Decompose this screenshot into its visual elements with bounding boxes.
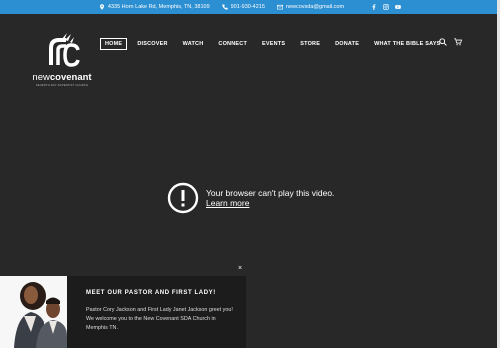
nav-what-the-bible-says[interactable]: WHAT THE BIBLE SAYS — [374, 41, 440, 47]
social-links — [368, 4, 404, 10]
phone-icon — [222, 4, 228, 10]
contact-topbar: 4335 Horn Lake Rd, Memphis, TN, 38109 90… — [0, 0, 497, 14]
nav-store[interactable]: STORE — [300, 41, 320, 47]
site-logo[interactable]: newcovenant SEVENTH-DAY ADVENTIST CHURCH — [30, 32, 94, 90]
popup-body: Pastor Cory Jackson and First Lady Janet… — [86, 307, 233, 331]
nav-icons — [439, 38, 462, 46]
popup-close-button[interactable]: × — [236, 265, 244, 273]
logo-wordmark: newcovenant — [30, 72, 94, 83]
phone-text: 901-930-4215 — [230, 4, 265, 10]
youtube-icon[interactable] — [395, 4, 401, 10]
nav-watch[interactable]: WATCH — [183, 41, 204, 47]
learn-more-link[interactable]: Learn more — [206, 198, 334, 208]
cart-icon[interactable] — [454, 38, 462, 46]
envelope-icon — [276, 4, 283, 10]
email-item[interactable]: newcovsda@gmail.com — [276, 4, 345, 10]
pastor-photo — [0, 276, 67, 348]
nav-connect[interactable]: CONNECT — [218, 41, 247, 47]
alert-circle-icon — [167, 182, 199, 214]
address-text: 4335 Horn Lake Rd, Memphis, TN, 38109 — [107, 4, 210, 10]
map-pin-icon — [99, 4, 104, 10]
logo-word-light: new — [32, 72, 50, 83]
popup-title: MEET OUR PASTOR AND FIRST LADY! — [86, 290, 216, 296]
nav-events[interactable]: EVENTS — [262, 41, 285, 47]
pastor-popup: MEET OUR PASTOR AND FIRST LADY! Pastor C… — [0, 276, 246, 348]
nav-donate[interactable]: DONATE — [335, 41, 359, 47]
instagram-icon[interactable] — [383, 4, 389, 10]
logo-subtitle: SEVENTH-DAY ADVENTIST CHURCH — [35, 84, 89, 87]
address-item[interactable]: 4335 Horn Lake Rd, Memphis, TN, 38109 — [99, 4, 210, 10]
search-icon[interactable] — [439, 38, 447, 46]
facebook-icon[interactable] — [371, 4, 377, 10]
video-error-message: Your browser can't play this video. Lear… — [167, 182, 334, 214]
logo-word-bold: covenant — [49, 72, 92, 83]
logo-mark-icon — [49, 33, 80, 67]
nav-home[interactable]: HOME — [100, 38, 128, 50]
phone-item[interactable]: 901-930-4215 — [222, 4, 265, 10]
email-text: newcovsda@gmail.com — [285, 4, 345, 10]
video-error-text: Your browser can't play this video. — [206, 188, 335, 198]
main-nav: HOME DISCOVER WATCH CONNECT EVENTS STORE… — [100, 38, 456, 50]
nav-discover[interactable]: DISCOVER — [137, 41, 167, 47]
